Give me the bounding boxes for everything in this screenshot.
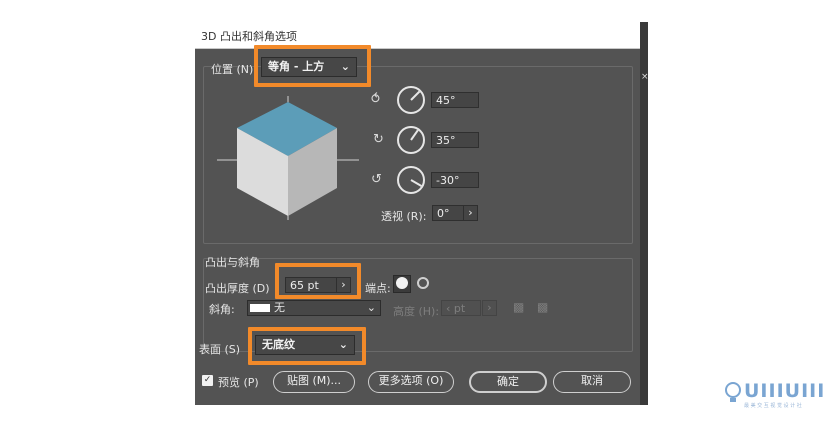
logo-subtext: 最 美 交 互 视 觉 设 计 社 [744,403,802,409]
preview-label: 预览 (P) [218,376,259,389]
highlight-position-box [254,45,371,87]
extrude-section-title: 凸出与斜角 [205,256,260,269]
ok-button[interactable]: 确定 [469,371,547,393]
cancel-button[interactable]: 取消 [553,371,631,393]
cube-preview[interactable] [213,88,363,228]
dialog-title: 3D 凸出和斜角选项 [201,30,297,43]
bevel-label: 斜角: [209,303,235,316]
cap-label: 端点: [365,282,391,295]
y-rotation-dial[interactable] [397,126,425,154]
highlight-depth-box [275,263,361,299]
bevel-in-icon: ▩ [537,300,549,314]
cap-on-button[interactable] [393,275,411,293]
highlight-surface-box [248,327,366,365]
x-rotation-field[interactable]: 45° [431,92,479,108]
background-panel-edge: × [640,22,649,405]
perspective-field[interactable]: 0° [432,205,464,221]
surface-label: 表面 (S) [199,343,241,356]
cap-off-icon [417,277,429,289]
preview-checkbox[interactable]: ✓ [202,375,213,386]
z-rotation-dial[interactable] [397,166,425,194]
height-label: 高度 (H): [393,305,440,318]
extrude-depth-label: 凸出厚度 (D) [205,282,270,295]
height-arrow-button: › [482,300,497,316]
chevron-down-icon: ⌄ [366,301,376,314]
cap-on-icon [396,277,408,289]
rotate-y-icon: ↻ [373,132,384,147]
bevel-dropdown[interactable]: 无 ⌄ [247,300,381,316]
x-rotation-dial[interactable] [397,86,425,114]
cap-off-button[interactable] [415,275,433,293]
rotate-z-icon: ↺ [371,172,382,187]
close-icon: × [641,72,649,82]
bevel-out-icon: ▩ [513,300,525,314]
y-rotation-field[interactable]: 35° [431,132,479,148]
perspective-label: 透视 (R): [381,210,427,223]
rotate-x-icon: ⥀ [371,92,380,107]
height-field: ‹ pt [441,300,481,316]
bevel-swatch [250,304,270,312]
map-button[interactable]: 贴图 (M)... [273,371,355,393]
logo-text: UIIIUIII [744,380,826,402]
more-options-button[interactable]: 更多选项 (O) [368,371,454,393]
perspective-arrow-button[interactable]: › [463,205,478,221]
lightbulb-icon [725,382,741,402]
watermark-logo: UIIIUIII 最 美 交 互 视 觉 设 计 社 [722,378,826,410]
position-label: 位置 (N) [211,63,254,76]
z-rotation-field[interactable]: -30° [431,172,479,188]
